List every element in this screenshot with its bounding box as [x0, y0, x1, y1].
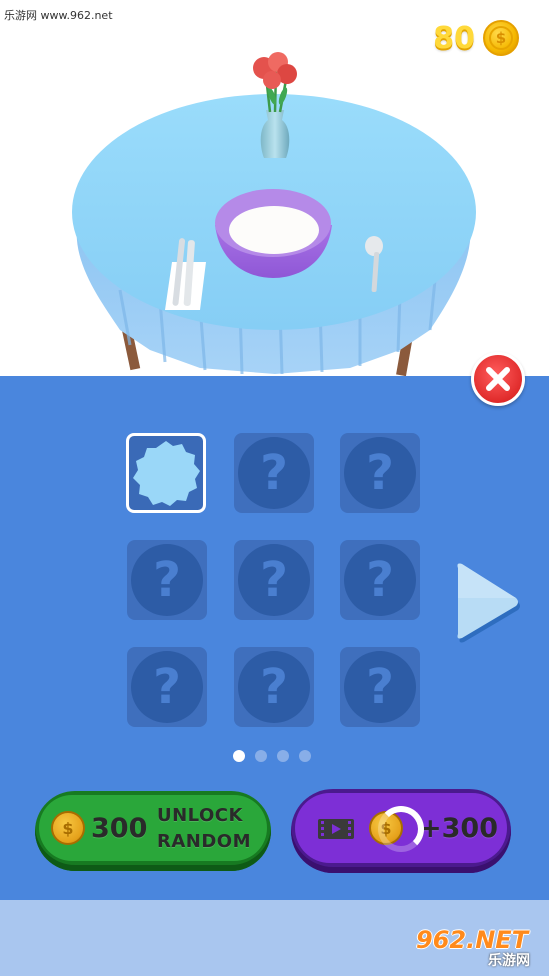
question-mark-icon: ? — [238, 544, 310, 616]
skin-slot-locked[interactable]: ? — [234, 433, 314, 513]
skin-slot-locked[interactable]: ? — [234, 540, 314, 620]
skin-slot-locked[interactable]: ? — [127, 647, 207, 727]
game-scene: 乐游网 www.962.net 80 $ — [0, 0, 549, 376]
watermark-sub: 乐游网 — [488, 953, 530, 969]
page-dot[interactable] — [277, 750, 289, 762]
page-dot[interactable] — [255, 750, 267, 762]
question-mark-icon: ? — [344, 544, 416, 616]
coin-count: 80 — [433, 20, 475, 56]
page-indicator — [233, 750, 311, 762]
bowl-contents — [229, 206, 319, 254]
spoon-head — [365, 236, 383, 256]
coin-balance: 80 $ — [433, 20, 519, 56]
table-scene-illustration — [72, 52, 476, 376]
ad-reward-amount: +300 — [419, 813, 498, 844]
rose-flower — [263, 71, 281, 89]
unlock-price: 300 — [91, 813, 148, 844]
question-mark-icon: ? — [131, 544, 203, 616]
close-icon — [486, 367, 510, 391]
coin-icon: $ — [51, 811, 85, 845]
skin-slot-locked[interactable]: ? — [340, 540, 420, 620]
unlock-label-line2: RANDOM — [157, 831, 252, 852]
question-mark-icon: ? — [344, 651, 416, 723]
skin-slot-locked[interactable]: ? — [234, 647, 314, 727]
next-page-button[interactable] — [452, 562, 524, 646]
video-icon — [318, 819, 354, 839]
watermark-text: 乐游网 www.962.net — [4, 9, 113, 22]
skin-slot-locked[interactable]: ? — [340, 433, 420, 513]
unlock-random-button[interactable]: $ 300 UNLOCK RANDOM — [35, 791, 271, 871]
unlock-label-line1: UNLOCK — [157, 805, 243, 826]
coin-icon: $ — [483, 20, 519, 56]
skin-slot-locked[interactable]: ? — [127, 540, 207, 620]
skin-slot-locked[interactable]: ? — [340, 647, 420, 727]
page-dot-active[interactable] — [233, 750, 245, 762]
page-dot[interactable] — [299, 750, 311, 762]
question-mark-icon: ? — [344, 437, 416, 509]
question-mark-icon: ? — [238, 437, 310, 509]
skin-slot-selected[interactable] — [126, 433, 206, 513]
tablecloth-pattern-icon — [133, 441, 200, 506]
loading-spinner-icon — [378, 806, 424, 852]
question-mark-icon: ? — [238, 651, 310, 723]
coin-symbol: $ — [489, 26, 513, 50]
close-button[interactable] — [471, 352, 525, 406]
play-arrow-icon — [457, 563, 520, 643]
question-mark-icon: ? — [131, 651, 203, 723]
watermark-logo: 962.NET 乐游网 — [410, 926, 545, 970]
